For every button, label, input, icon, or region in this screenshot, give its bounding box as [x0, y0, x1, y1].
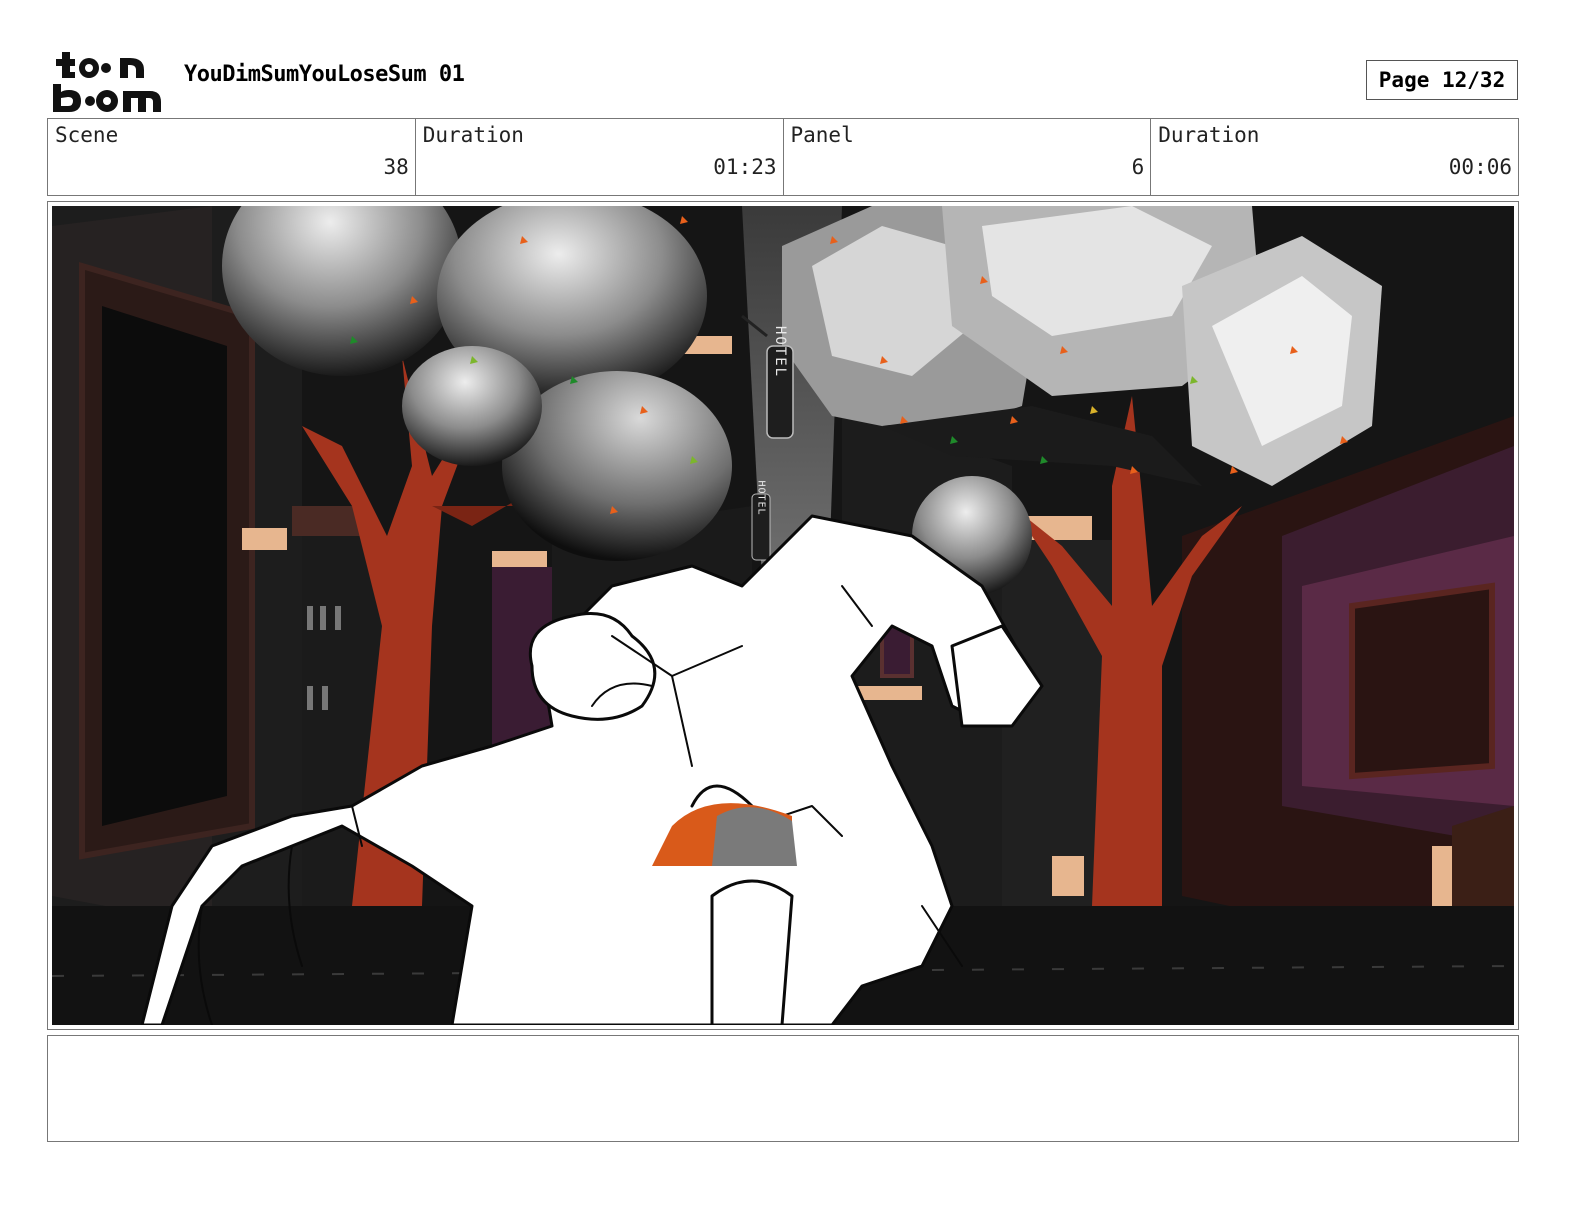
- toon-boom-logo: [50, 50, 165, 114]
- page-indicator: Page 12/32: [1366, 60, 1518, 100]
- panel-notes-box: [47, 1035, 1519, 1142]
- scene-cell: Scene 38: [48, 119, 416, 195]
- storyboard-panel-frame: HOTEL HOTEL: [47, 201, 1519, 1030]
- hotel-sign-text-upper: HOTEL: [772, 326, 788, 378]
- panel-cell: Panel 6: [784, 119, 1152, 195]
- project-title: YouDimSumYouLoseSum 01: [184, 62, 465, 87]
- scene-duration-cell: Duration 01:23: [416, 119, 784, 195]
- hotel-sign-text-lower: HOTEL: [756, 480, 767, 515]
- scene-value: 38: [383, 155, 409, 179]
- storyboard-panel-image: HOTEL HOTEL: [52, 206, 1514, 1025]
- panel-value: 6: [1131, 155, 1145, 179]
- scene-duration-value: 01:23: [713, 155, 777, 179]
- panel-duration-cell: Duration 00:06: [1151, 119, 1518, 195]
- panel-duration-value: 00:06: [1448, 155, 1512, 179]
- panel-label: Panel: [790, 123, 854, 147]
- scene-label: Scene: [55, 123, 119, 147]
- panel-duration-label: Duration: [1158, 123, 1260, 147]
- panel-info-row: Scene 38 Duration 01:23 Panel 6 Duration…: [47, 118, 1519, 196]
- scene-duration-label: Duration: [422, 123, 524, 147]
